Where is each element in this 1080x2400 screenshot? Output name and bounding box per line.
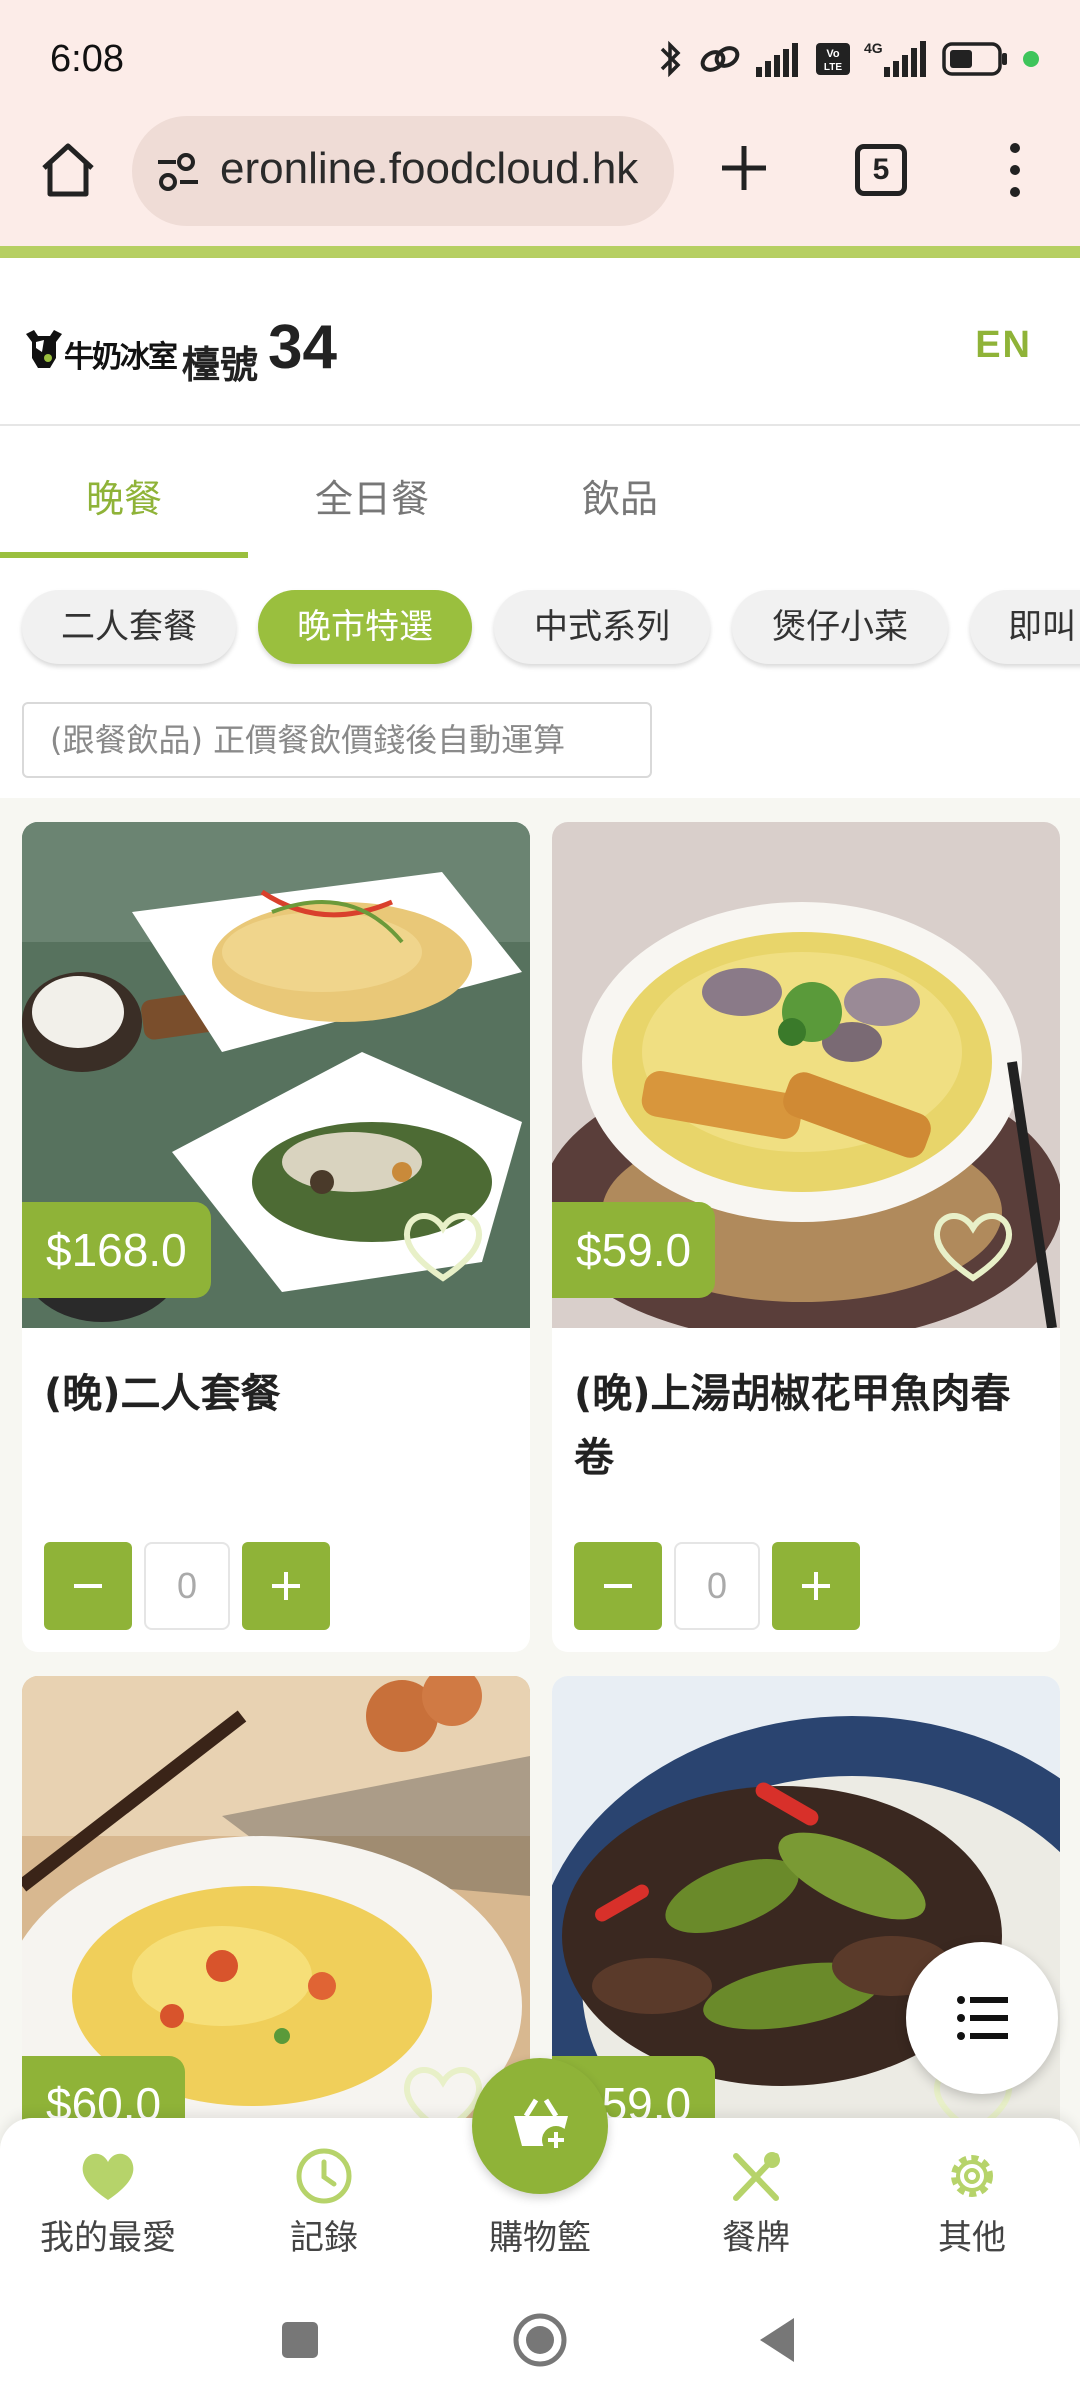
favorite-heart-icon[interactable] bbox=[930, 1206, 1016, 1286]
product-image[interactable]: $59.0 bbox=[552, 822, 1060, 1328]
battery-icon bbox=[942, 42, 1007, 76]
tab-drinks[interactable]: 飲品 bbox=[496, 468, 744, 523]
table-label: 檯號 bbox=[182, 343, 259, 387]
language-toggle-button[interactable]: EN bbox=[975, 324, 1032, 367]
product-name: (晚)二人套餐 bbox=[44, 1371, 281, 1417]
status-bar: 6:08 Vo LTE 4G bbox=[0, 0, 1080, 112]
product-card[interactable]: $59.0 (晚)上湯胡椒花甲魚肉春卷 0 bbox=[552, 822, 1060, 1652]
restaurant-logo: 牛奶冰室 bbox=[24, 328, 178, 375]
link-icon bbox=[700, 46, 740, 72]
signal-icon bbox=[756, 43, 798, 77]
svg-text:LTE: LTE bbox=[824, 62, 842, 73]
gear-icon bbox=[951, 2155, 993, 2197]
home-icon[interactable] bbox=[38, 140, 98, 200]
status-time: 6:08 bbox=[50, 38, 124, 80]
status-icons: Vo LTE 4G bbox=[658, 34, 1040, 84]
volte-icon: Vo LTE bbox=[816, 43, 850, 75]
tab-dinner[interactable]: 晚餐 bbox=[0, 468, 248, 523]
tab-all-day[interactable]: 全日餐 bbox=[248, 468, 496, 523]
price-badge: $168.0 bbox=[22, 1202, 211, 1298]
category-chips: 二人套餐 晚市特選 中式系列 煲仔小菜 即叫 (跟餐飲品) 正價餐飲價錢後自動運… bbox=[0, 558, 1080, 798]
logo-text: 牛奶冰室 bbox=[64, 340, 178, 375]
drink-price-notice: (跟餐飲品) 正價餐飲價錢後自動運算 bbox=[22, 702, 652, 778]
new-tab-icon[interactable] bbox=[712, 136, 776, 200]
meal-tabs: 晚餐 全日餐 飲品 bbox=[0, 426, 1080, 558]
list-icon bbox=[957, 1996, 1008, 2040]
category-list-button[interactable] bbox=[906, 1942, 1058, 2094]
product-image[interactable]: $59.0 bbox=[552, 1676, 1060, 2182]
active-dot-icon bbox=[1023, 51, 1039, 67]
favorite-heart-icon[interactable] bbox=[400, 1206, 486, 1286]
tab-switcher-button[interactable]: 5 bbox=[855, 144, 907, 196]
quantity-stepper: 0 bbox=[574, 1542, 874, 1630]
quantity-input[interactable]: 0 bbox=[674, 1542, 760, 1630]
nav-label: 記錄 bbox=[290, 2218, 358, 2258]
svg-text:Vo: Vo bbox=[826, 48, 840, 60]
more-menu-icon[interactable] bbox=[1000, 138, 1030, 202]
product-card[interactable]: $168.0 (晚)二人套餐 0 bbox=[22, 822, 530, 1652]
cow-logo-icon bbox=[26, 330, 62, 368]
basket-icon bbox=[514, 2098, 570, 2154]
clock-icon bbox=[296, 2148, 352, 2204]
plus-icon bbox=[802, 1572, 830, 1600]
nav-history[interactable]: 記錄 bbox=[216, 2118, 432, 2280]
quantity-stepper: 0 bbox=[44, 1542, 344, 1630]
svg-text:4G: 4G bbox=[864, 40, 883, 56]
product-image[interactable]: $168.0 bbox=[22, 822, 530, 1328]
price-badge: $59.0 bbox=[552, 1202, 716, 1298]
chip-two-person-set[interactable]: 二人套餐 bbox=[22, 590, 236, 664]
product-image[interactable]: $60.0 bbox=[22, 1676, 530, 2182]
nav-menu[interactable]: 餐牌 bbox=[648, 2118, 864, 2280]
4g-signal-icon: 4G bbox=[864, 40, 926, 77]
chip-claypot-dishes[interactable]: 煲仔小菜 bbox=[732, 590, 948, 664]
back-icon[interactable] bbox=[748, 2310, 808, 2370]
plus-icon bbox=[272, 1572, 300, 1600]
chip-chinese-series[interactable]: 中式系列 bbox=[494, 590, 710, 664]
bluetooth-icon bbox=[660, 40, 681, 78]
site-settings-icon[interactable] bbox=[154, 148, 202, 196]
chip-order-now[interactable]: 即叫 bbox=[970, 590, 1080, 664]
product-name: (晚)上湯胡椒花甲魚肉春卷 bbox=[574, 1371, 1011, 1481]
home-system-icon[interactable] bbox=[510, 2310, 570, 2370]
nav-label: 餐牌 bbox=[722, 2218, 790, 2258]
page-load-indicator bbox=[0, 246, 1080, 258]
chip-dinner-special[interactable]: 晚市特選 bbox=[258, 590, 472, 664]
decrease-quantity-button[interactable] bbox=[574, 1542, 662, 1630]
increase-quantity-button[interactable] bbox=[772, 1542, 860, 1630]
minus-icon bbox=[604, 1584, 632, 1588]
system-navigation-bar bbox=[0, 2280, 1080, 2400]
minus-icon bbox=[74, 1584, 102, 1588]
nav-label: 其他 bbox=[938, 2218, 1006, 2258]
quantity-input[interactable]: 0 bbox=[144, 1542, 230, 1630]
nav-favorites[interactable]: 我的最愛 bbox=[0, 2118, 216, 2280]
decrease-quantity-button[interactable] bbox=[44, 1542, 132, 1630]
cart-button[interactable] bbox=[472, 2058, 608, 2194]
nav-label: 我的最愛 bbox=[40, 2218, 176, 2258]
url-text[interactable]: eronline.foodcloud.hk bbox=[220, 144, 638, 194]
heart-icon bbox=[82, 2153, 134, 2200]
recents-icon[interactable] bbox=[270, 2310, 330, 2370]
table-number: 34 bbox=[268, 313, 337, 382]
nav-other[interactable]: 其他 bbox=[864, 2118, 1080, 2280]
nav-label: 購物籃 bbox=[489, 2218, 591, 2258]
increase-quantity-button[interactable] bbox=[242, 1542, 330, 1630]
page-header: 牛奶冰室 檯號 34 EN bbox=[0, 258, 1080, 426]
url-bar[interactable]: eronline.foodcloud.hk bbox=[132, 116, 674, 226]
utensils-icon bbox=[733, 2152, 780, 2201]
browser-toolbar: eronline.foodcloud.hk 5 bbox=[0, 112, 1080, 252]
